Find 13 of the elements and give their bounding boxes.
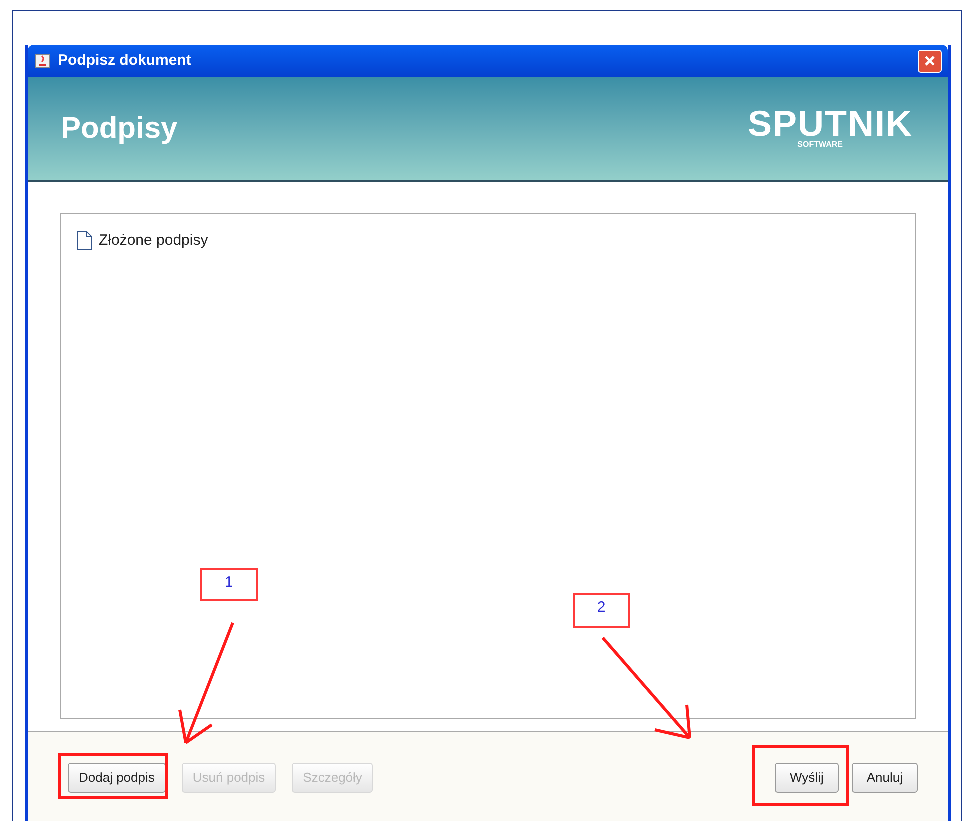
- callout-label: 2: [573, 593, 630, 628]
- document-icon: [77, 231, 93, 252]
- callout-label: 1: [200, 568, 258, 601]
- close-icon: [924, 55, 936, 67]
- close-button[interactable]: [918, 50, 942, 72]
- window-title: Podpisz dokument: [58, 50, 192, 71]
- dialog-button[interactable]: Dodaj podpis: [68, 762, 166, 792]
- logo-subtitle: SOFTWARE: [798, 140, 843, 149]
- dialog-button[interactable]: Wyślij: [775, 762, 839, 792]
- dialog-button[interactable]: Anuluj: [852, 762, 918, 792]
- tree-item[interactable]: Złożone podpisy: [77, 230, 899, 252]
- logo-text: SPUTNIK: [748, 108, 913, 140]
- header-title: Podpisy: [61, 111, 178, 147]
